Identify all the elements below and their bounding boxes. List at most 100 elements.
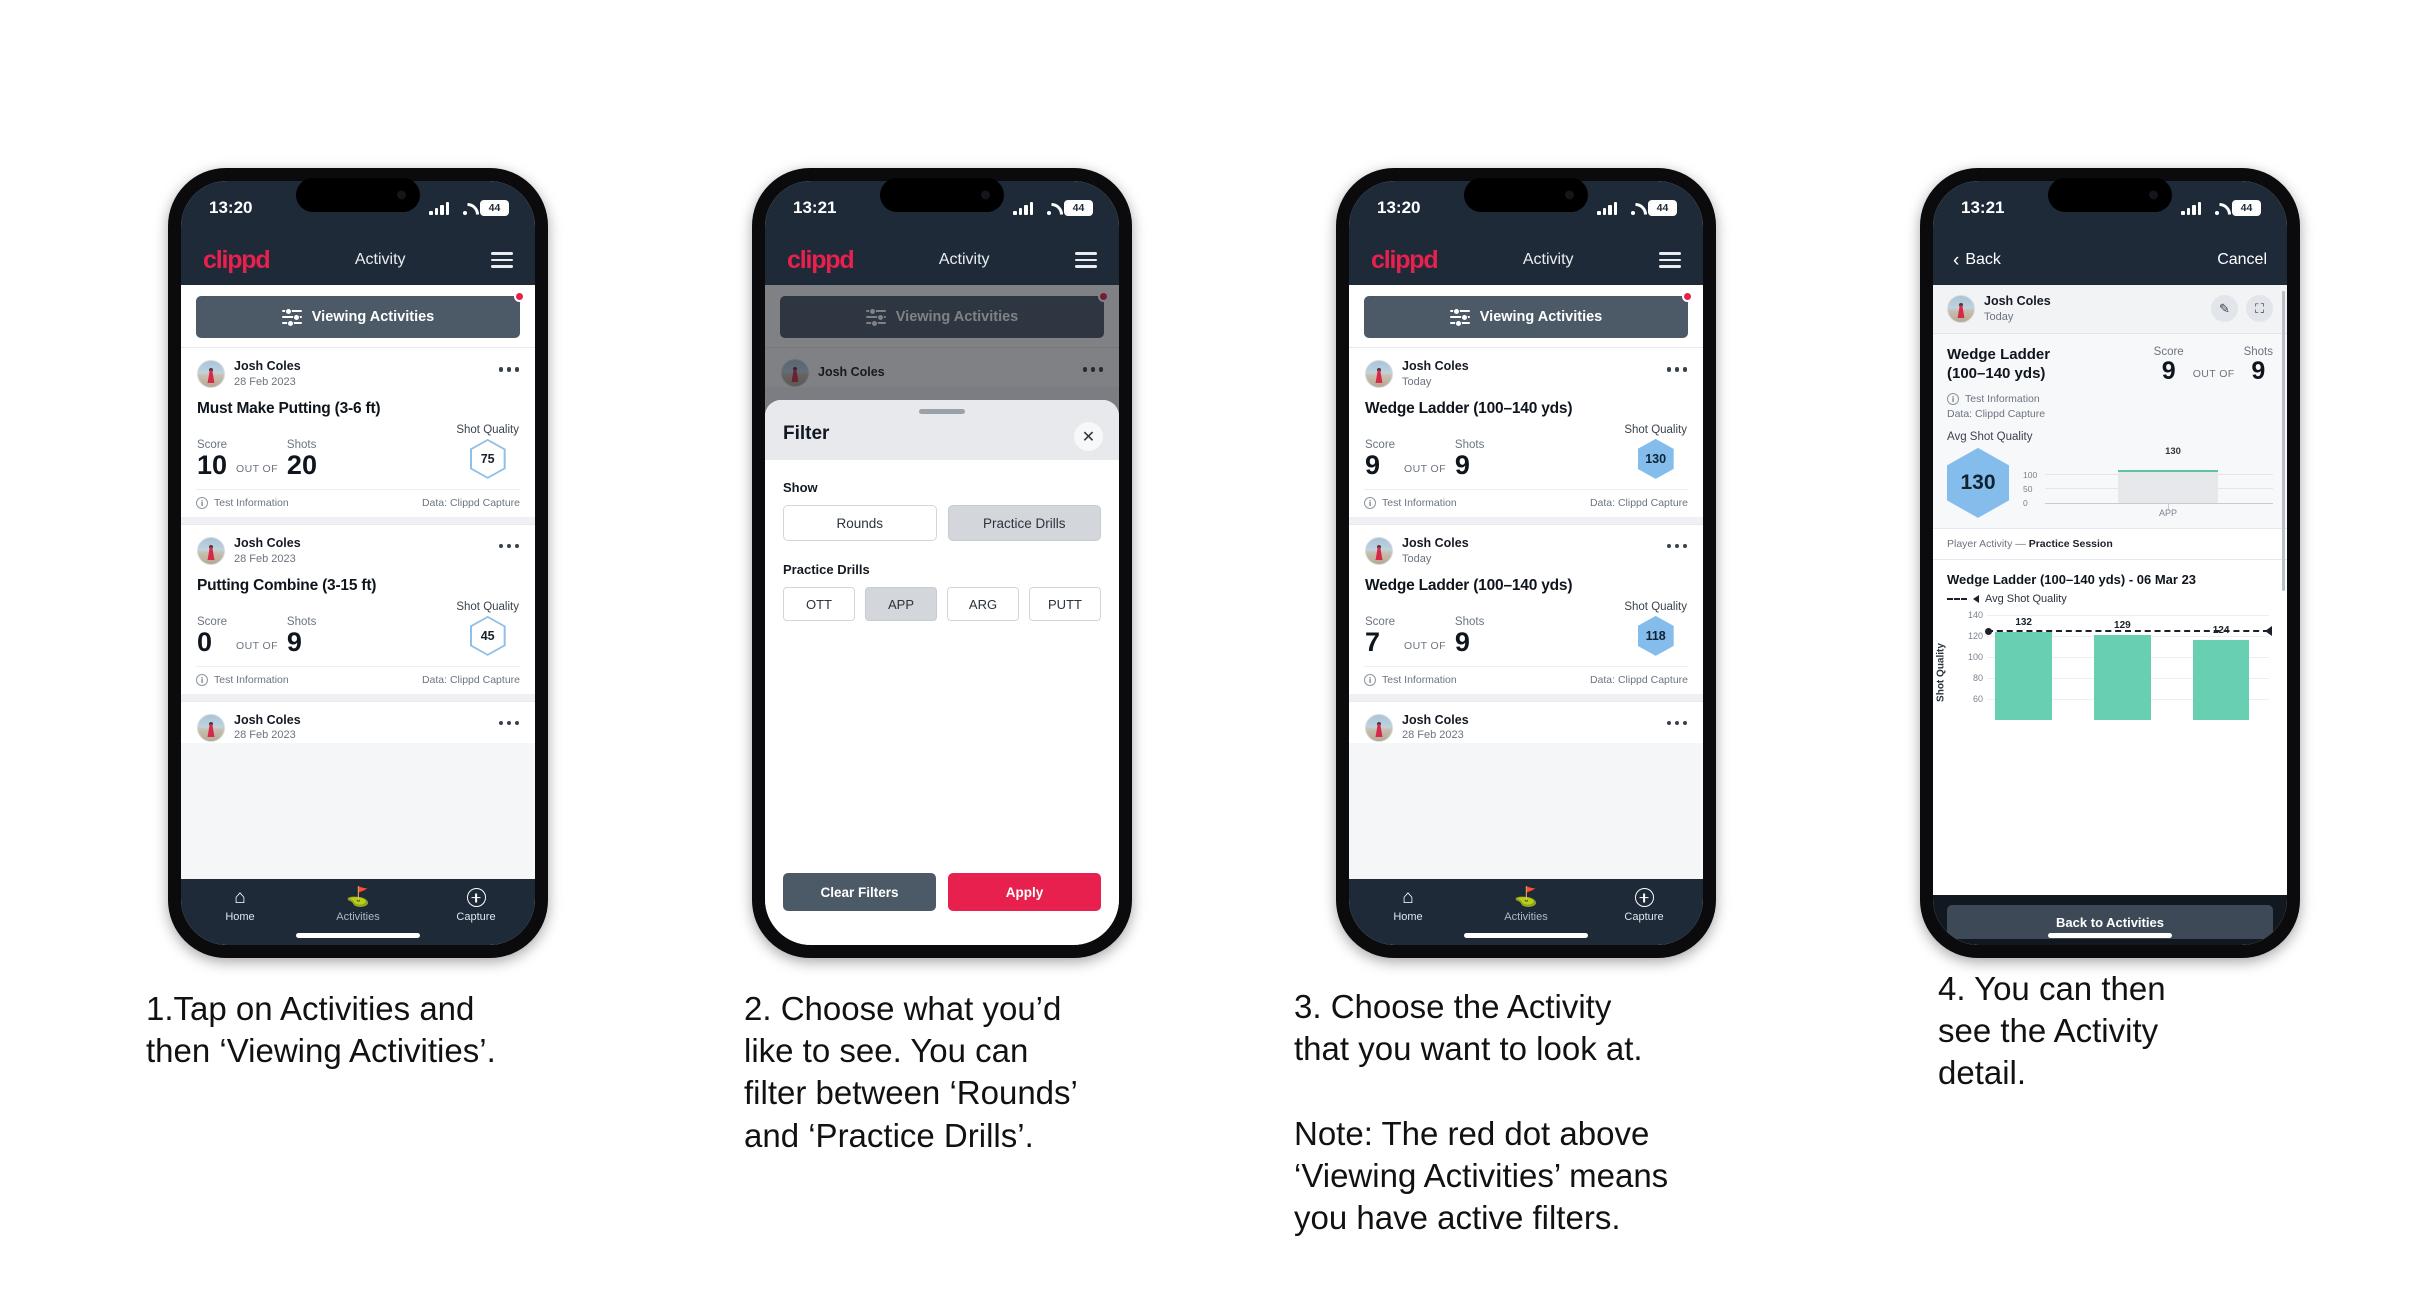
phone-3: 13:20 44 clippd Activity Viewing Activit… bbox=[1336, 168, 1716, 958]
cancel-button[interactable]: Cancel bbox=[2217, 251, 2267, 269]
test-information[interactable]: i Test Information bbox=[196, 496, 289, 509]
drag-handle[interactable] bbox=[919, 409, 965, 414]
tab-home-label: Home bbox=[1393, 911, 1423, 923]
test-information-label: Test Information bbox=[1382, 673, 1457, 686]
segment-rounds[interactable]: Rounds bbox=[783, 505, 937, 541]
cellular-signal-icon bbox=[1597, 201, 1617, 215]
active-filter-dot bbox=[514, 291, 525, 302]
activity-summary: Wedge Ladder (100–140 yds) Score 9 OUT O… bbox=[1933, 333, 2287, 528]
menu-icon[interactable] bbox=[1075, 252, 1097, 268]
menu-icon[interactable] bbox=[491, 252, 513, 268]
card-user: Josh Coles Today bbox=[1365, 536, 1469, 566]
clippd-logo[interactable]: clippd bbox=[1371, 247, 1439, 273]
activity-card[interactable]: Josh Coles 28 Feb 2023 bbox=[1349, 700, 1703, 743]
caption-3: 3. Choose the Activity that you want to l… bbox=[1294, 988, 1669, 1237]
app-header: clippd Activity bbox=[1349, 235, 1703, 285]
shots-value: 9 bbox=[2251, 356, 2266, 385]
tab-capture-label: Capture bbox=[456, 911, 496, 923]
fullscreen-icon[interactable]: ⛶ bbox=[2246, 295, 2273, 323]
menu-icon[interactable] bbox=[1659, 252, 1681, 268]
back-label: Back bbox=[1965, 251, 2001, 268]
tab-activities[interactable]: ⛳ Activities bbox=[1468, 887, 1585, 923]
home-icon: ⌂ bbox=[234, 887, 246, 908]
filter-app[interactable]: APP bbox=[865, 587, 937, 621]
out-of-label: OUT OF bbox=[2192, 367, 2235, 380]
screen-body: Viewing Activities Josh Coles Today Wedg… bbox=[1349, 285, 1703, 879]
score-value: 0 bbox=[197, 626, 213, 657]
tab-capture[interactable]: Capture bbox=[418, 887, 535, 923]
filter-arg[interactable]: ARG bbox=[947, 587, 1019, 621]
tab-capture[interactable]: Capture bbox=[1586, 887, 1703, 923]
caption-1: 1.Tap on Activities and then ‘Viewing Act… bbox=[146, 990, 496, 1070]
scrollbar[interactable] bbox=[2282, 291, 2285, 591]
caption-4: 4. You can then see the Activity detail. bbox=[1938, 970, 2166, 1092]
card-overflow-menu-icon[interactable] bbox=[498, 713, 519, 726]
home-icon: ⌂ bbox=[1402, 887, 1414, 908]
activity-card[interactable]: Josh Coles 28 Feb 2023 Must Make Putting… bbox=[181, 347, 535, 517]
score-value: 9 bbox=[1365, 449, 1381, 480]
score-value: 10 bbox=[197, 449, 228, 480]
viewing-activities-button[interactable]: Viewing Activities bbox=[1364, 296, 1688, 338]
card-overflow-menu-icon[interactable] bbox=[498, 536, 519, 549]
activity-card[interactable]: Josh Coles Today Wedge Ladder (100–140 y… bbox=[1349, 347, 1703, 517]
avg-shot-quality-badge: 130 bbox=[1947, 447, 2009, 518]
shot-quality-label: Shot Quality bbox=[456, 423, 519, 436]
mini-chart-data-label: 130 bbox=[2165, 445, 2181, 457]
chart-legend-label: Avg Shot Quality bbox=[1985, 592, 2067, 605]
activity-date: 28 Feb 2023 bbox=[1402, 729, 1464, 742]
chart-ylabel: Shot Quality bbox=[1935, 643, 1947, 703]
activity-title: Putting Combine (3-15 ft) bbox=[197, 576, 377, 594]
test-information[interactable]: i Test Information bbox=[196, 673, 289, 686]
card-overflow-menu-icon[interactable] bbox=[1666, 713, 1687, 726]
info-icon: i bbox=[196, 496, 208, 509]
pencil-icon[interactable]: ✎ bbox=[2211, 295, 2238, 323]
user-name: Josh Coles bbox=[1984, 294, 2051, 308]
test-information[interactable]: i Test Information bbox=[1364, 496, 1457, 509]
user-name: Josh Coles bbox=[1402, 535, 1469, 550]
activity-title: Wedge Ladder (100–140 yds) bbox=[1365, 399, 1573, 417]
card-overflow-menu-icon[interactable] bbox=[498, 359, 519, 372]
caption-2: 2. Choose what you’d like to see. You ca… bbox=[744, 990, 1078, 1154]
filter-ott[interactable]: OTT bbox=[783, 587, 855, 621]
out-of-label: OUT OF bbox=[236, 639, 278, 652]
clippd-logo[interactable]: clippd bbox=[203, 247, 271, 273]
tab-home-label: Home bbox=[225, 911, 255, 923]
apply-button[interactable]: Apply bbox=[948, 873, 1101, 911]
close-icon[interactable]: ✕ bbox=[1074, 422, 1103, 451]
tab-activities[interactable]: ⛳ Activities bbox=[300, 887, 417, 923]
card-overflow-menu-icon[interactable] bbox=[1666, 359, 1687, 372]
activity-date: 28 Feb 2023 bbox=[234, 552, 296, 565]
test-information[interactable]: i Test Information bbox=[1947, 392, 2273, 405]
chevron-left-icon: ‹ bbox=[1953, 249, 1960, 271]
wifi-icon bbox=[2208, 202, 2225, 215]
home-indicator bbox=[2048, 933, 2172, 938]
test-information[interactable]: i Test Information bbox=[1364, 673, 1457, 686]
avatar bbox=[197, 359, 225, 388]
player-activity-value: Practice Session bbox=[2028, 537, 2113, 550]
chart-title: Wedge Ladder (100–140 yds) - 06 Mar 23 bbox=[1947, 571, 2197, 587]
clippd-logo[interactable]: clippd bbox=[787, 247, 855, 273]
avatar bbox=[197, 536, 225, 565]
filter-putt[interactable]: PUTT bbox=[1029, 587, 1101, 621]
phone-1: 13:20 44 clippd Activity Viewing Activit… bbox=[168, 168, 548, 958]
detail-nav-bar: ‹ Back Cancel bbox=[1933, 235, 2287, 285]
chart-bar-value: 132 bbox=[2015, 616, 2032, 628]
tab-home[interactable]: ⌂ Home bbox=[1350, 887, 1467, 923]
card-user: Josh Coles Today bbox=[1365, 359, 1469, 389]
card-overflow-menu-icon[interactable] bbox=[1666, 536, 1687, 549]
shot-quality-badge: 75 bbox=[469, 438, 506, 479]
back-button[interactable]: ‹ Back bbox=[1953, 251, 2001, 270]
tab-home[interactable]: ⌂ Home bbox=[182, 887, 299, 923]
viewing-activities-label: Viewing Activities bbox=[1479, 309, 1603, 325]
card-user: Josh Coles 28 Feb 2023 bbox=[197, 713, 301, 743]
card-separator bbox=[181, 516, 535, 524]
activity-card[interactable]: Josh Coles Today Wedge Ladder (100–140 y… bbox=[1349, 523, 1703, 694]
clear-filters-button[interactable]: Clear Filters bbox=[783, 873, 936, 911]
detail-activity-title: Wedge Ladder (100–140 yds) bbox=[1947, 345, 2051, 382]
viewing-activities-button[interactable]: Viewing Activities bbox=[196, 296, 520, 338]
info-icon: i bbox=[1364, 673, 1376, 686]
card-separator bbox=[181, 693, 535, 701]
activity-card[interactable]: Josh Coles 28 Feb 2023 Putting Combine (… bbox=[181, 523, 535, 694]
activity-card[interactable]: Josh Coles 28 Feb 2023 bbox=[181, 700, 535, 743]
segment-practice-drills[interactable]: Practice Drills bbox=[947, 505, 1101, 541]
